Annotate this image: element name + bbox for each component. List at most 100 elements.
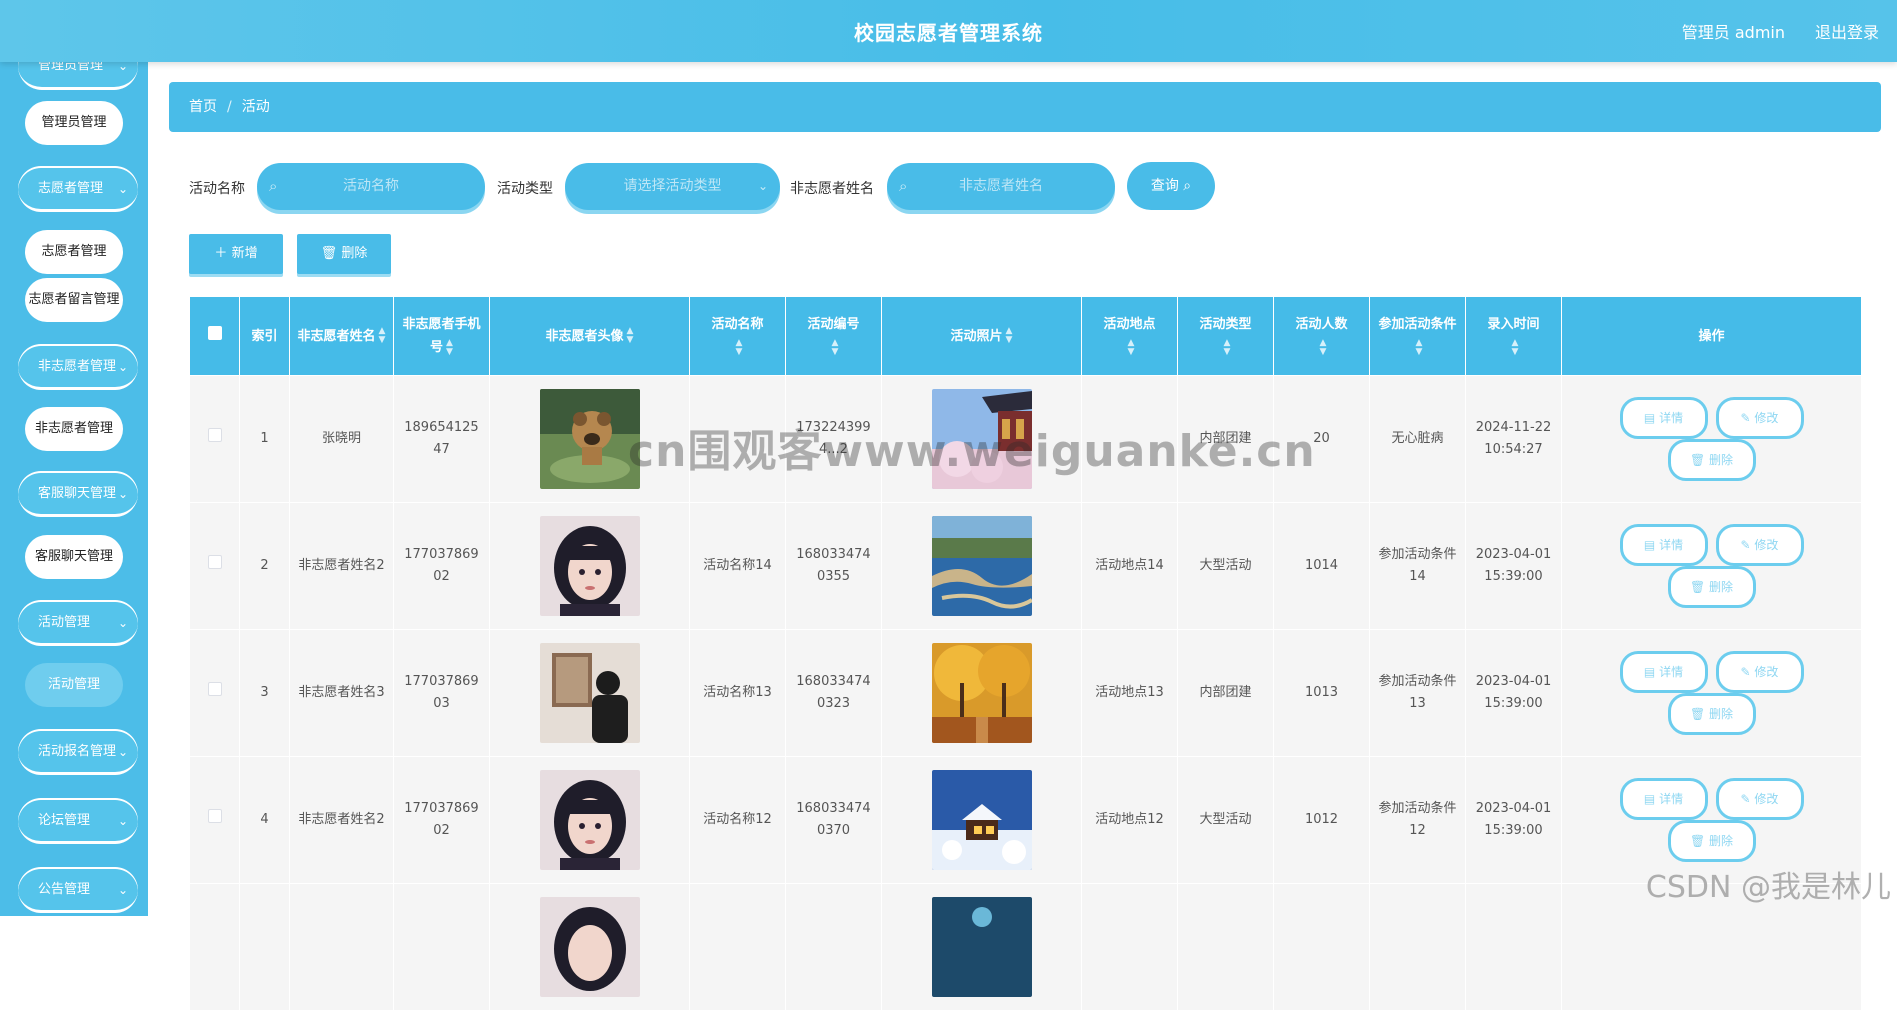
sort-icon[interactable]: ▲ ▼ — [1006, 327, 1013, 345]
delete-button[interactable]: 🗑 删除 — [1667, 439, 1756, 481]
menu-item-volunteer-manage[interactable]: 志愿者管理 — [25, 230, 123, 274]
menu-group-activity-signup[interactable]: 活动报名管理 ⌄ — [18, 729, 138, 775]
breadcrumb-home[interactable]: 首页 — [189, 99, 217, 115]
delete-button[interactable]: 🗑 删除 — [1667, 820, 1756, 862]
top-header: 校园志愿者管理系统 管理员 admin 退出登录 — [0, 0, 1897, 62]
sort-icon[interactable]: ▲ ▼ — [1416, 338, 1423, 357]
cell-location: 活动地点14 — [1081, 502, 1178, 630]
col-type[interactable]: 活动类型 ▲ ▼ — [1177, 296, 1274, 376]
col-activity-name[interactable]: 活动名称 ▲ ▼ — [689, 296, 786, 376]
col-condition[interactable]: 参加活动条件 ▲ ▼ — [1369, 296, 1466, 376]
sort-icon[interactable]: ▲ ▼ — [379, 327, 386, 345]
row-checkbox[interactable] — [207, 428, 222, 442]
select-all-cell[interactable] — [189, 296, 240, 376]
col-phone[interactable]: 非志愿者手机号 ▲ ▼ — [393, 296, 490, 376]
menu-group-forum[interactable]: 论坛管理 ⌄ — [18, 798, 138, 844]
cell-count: 1014 — [1273, 502, 1370, 630]
delete-button[interactable]: 🗑 删除 — [1667, 566, 1756, 608]
add-button[interactable]: ＋ 新增 — [189, 234, 283, 274]
menu-group-label: 活动报名管理 — [38, 744, 117, 759]
menu-item-volunteer-message[interactable]: 志愿者留言管理 — [25, 278, 123, 322]
col-location[interactable]: 活动地点 ▲ ▼ — [1081, 296, 1178, 376]
menu-group-activity[interactable]: 活动管理 ⌄ — [18, 600, 138, 646]
detail-button[interactable]: ▤ 详情 — [1619, 651, 1708, 693]
table-row[interactable]: 2 非志愿者姓名2 17703786902 活动名称14 16803347403… — [189, 502, 1862, 630]
logout-link[interactable]: 退出登录 — [1815, 0, 1879, 66]
menu-item-admin-manage[interactable]: 管理员管理 — [25, 101, 123, 145]
menu-group-service-chat[interactable]: 客服聊天管理 ⌄ — [18, 471, 138, 517]
delete-label: 删除 — [1709, 707, 1734, 721]
cell-ops: ▤ 详情 ✎ 修改🗑 删除 — [1561, 502, 1862, 630]
activity-name-input[interactable]: ⌕ 活动名称 — [257, 163, 485, 210]
cell-time: 2023-04-01 15:39:00 — [1465, 756, 1562, 884]
select-all-checkbox[interactable] — [207, 325, 222, 340]
sort-icon[interactable]: ▲ ▼ — [832, 338, 839, 357]
search-icon: ⌕ — [899, 177, 908, 195]
batch-delete-button[interactable]: 🗑 删除 — [297, 234, 391, 274]
delete-label: 删除 — [1709, 834, 1734, 848]
menu-group-non-volunteer[interactable]: 非志愿者管理 ⌄ — [18, 344, 138, 390]
activity-name-label: 活动名称 — [189, 181, 245, 197]
sort-icon[interactable]: ▲ ▼ — [1512, 338, 1519, 357]
cell-index: 4 — [239, 756, 290, 884]
cell-index: 3 — [239, 629, 290, 757]
row-checkbox[interactable] — [207, 682, 222, 696]
edit-button[interactable]: ✎ 修改 — [1715, 651, 1804, 693]
edit-button[interactable]: ✎ 修改 — [1715, 778, 1804, 820]
current-user-label: 管理员 admin — [1681, 23, 1785, 42]
sort-icon[interactable]: ▲ ▼ — [1128, 338, 1135, 357]
col-name[interactable]: 非志愿者姓名 ▲ ▼ — [289, 296, 394, 376]
table-row[interactable]: 1 张晓明 18965412547 1732243994...2 内部团建 20… — [189, 375, 1862, 503]
menu-group-label: 客服聊天管理 — [38, 486, 117, 501]
activity-type-select[interactable]: 请选择活动类型 ⌄ — [565, 163, 780, 210]
row-checkbox[interactable] — [207, 809, 222, 823]
detail-button[interactable]: ▤ 详情 — [1619, 524, 1708, 566]
delete-button[interactable]: 🗑 删除 — [1667, 693, 1756, 735]
person-name-placeholder: 非志愿者姓名 — [959, 178, 1043, 194]
sort-icon[interactable]: ▲ ▼ — [736, 338, 743, 357]
edit-button[interactable]: ✎ 修改 — [1715, 524, 1804, 566]
search-icon: ⌕ — [1183, 178, 1192, 194]
pencil-icon: ✎ — [1740, 665, 1755, 679]
detail-button[interactable]: ▤ 详情 — [1619, 397, 1708, 439]
menu-item-service-chat-manage[interactable]: 客服聊天管理 — [25, 535, 123, 579]
table-header-row: 索引 非志愿者姓名 ▲ ▼ 非志愿者手机号 ▲ ▼ 非志愿者头像 ▲ ▼ 活动名称 ▲ ▼ 活动… — [189, 296, 1862, 376]
breadcrumb: 首页 / 活动 — [169, 82, 1881, 132]
sort-icon[interactable]: ▲ ▼ — [627, 327, 634, 345]
menu-item-activity-manage[interactable]: 活动管理 — [25, 663, 123, 707]
cell-type: 大型活动 — [1177, 756, 1274, 884]
cell-activity-name: 活动名称13 — [689, 629, 786, 757]
menu-group-label: 非志愿者管理 — [38, 359, 117, 374]
cell-index: 1 — [239, 375, 290, 503]
edit-label: 修改 — [1754, 792, 1779, 806]
cell-ops: ▤ 详情 ✎ 修改🗑 删除 — [1561, 375, 1862, 503]
trash-icon: 🗑 — [1689, 834, 1710, 848]
col-avatar[interactable]: 非志愿者头像 ▲ ▼ — [489, 296, 690, 376]
col-photo[interactable]: 活动照片 ▲ ▼ — [881, 296, 1082, 376]
breadcrumb-current: 活动 — [241, 99, 270, 115]
col-count[interactable]: 活动人数 ▲ ▼ — [1273, 296, 1370, 376]
query-button[interactable]: 查询 ⌕ — [1127, 162, 1215, 210]
sort-icon[interactable]: ▲ ▼ — [1224, 338, 1231, 357]
row-checkbox[interactable] — [207, 555, 222, 569]
menu-group-label: 志愿者管理 — [38, 181, 104, 196]
activity-name-placeholder: 活动名称 — [343, 178, 399, 194]
avatar-image-girl — [539, 897, 640, 997]
detail-button[interactable]: ▤ 详情 — [1619, 778, 1708, 820]
sort-icon[interactable]: ▲ ▼ — [1320, 338, 1327, 357]
col-time[interactable]: 录入时间 ▲ ▼ — [1465, 296, 1562, 376]
document-icon: ▤ — [1643, 792, 1660, 806]
document-icon: ▤ — [1643, 538, 1660, 552]
menu-item-non-volunteer-manage[interactable]: 非志愿者管理 — [25, 407, 123, 451]
edit-button[interactable]: ✎ 修改 — [1715, 397, 1804, 439]
person-name-input[interactable]: ⌕ 非志愿者姓名 — [887, 163, 1115, 210]
sort-icon[interactable]: ▲ ▼ — [446, 338, 453, 357]
table-row[interactable]: 4 非志愿者姓名2 17703786902 活动名称12 16803347403… — [189, 756, 1862, 884]
menu-group-volunteer[interactable]: 志愿者管理 ⌄ — [18, 166, 138, 212]
table-row[interactable]: 3 非志愿者姓名3 17703786903 活动名称13 16803347403… — [189, 629, 1862, 757]
col-activity-no[interactable]: 活动编号 ▲ ▼ — [785, 296, 882, 376]
menu-group-notice[interactable]: 公告管理 ⌄ — [18, 867, 138, 913]
col-phone-label: 非志愿者手机号 — [402, 317, 481, 355]
avatar-image-girl — [539, 516, 640, 616]
table-row[interactable] — [189, 883, 1862, 1011]
